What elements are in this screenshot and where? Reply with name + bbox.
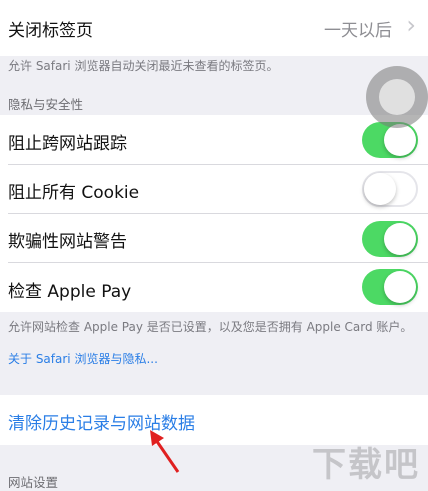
block-all-cookies-toggle[interactable] bbox=[362, 171, 418, 207]
close-tabs-label: 关闭标签页 bbox=[8, 21, 93, 41]
check-apple-pay-toggle[interactable] bbox=[362, 269, 418, 305]
close-tabs-value: 一天以后 bbox=[324, 21, 392, 41]
chevron-right-icon: › bbox=[406, 11, 416, 39]
prevent-cross-site-tracking-row: 阻止跨网站跟踪 bbox=[0, 115, 428, 164]
apple-pay-footer: 允许网站检查 Apple Pay 是否已设置，以及您是否拥有 Apple Car… bbox=[8, 320, 413, 334]
toggle-knob bbox=[384, 124, 416, 156]
website-settings-header: 网站设置 bbox=[8, 475, 59, 490]
fraudulent-website-warning-row: 欺骗性网站警告 bbox=[0, 214, 428, 262]
red-arrow-icon bbox=[150, 430, 180, 473]
watermark-logo: 下载吧 bbox=[312, 445, 420, 485]
close-tabs-row[interactable]: 关闭标签页 一天以后 › bbox=[0, 0, 428, 56]
assistive-touch-button[interactable] bbox=[366, 66, 428, 128]
prevent-cross-site-tracking-label: 阻止跨网站跟踪 bbox=[8, 134, 127, 154]
toggle-knob bbox=[384, 223, 416, 255]
fraudulent-website-warning-toggle[interactable] bbox=[362, 221, 418, 257]
safari-privacy-link[interactable]: 关于 Safari 浏览器与隐私... bbox=[8, 352, 158, 367]
block-all-cookies-row: 阻止所有 Cookie bbox=[0, 165, 428, 213]
block-all-cookies-label: 阻止所有 Cookie bbox=[8, 183, 140, 203]
toggle-knob bbox=[384, 271, 416, 303]
close-tabs-footer: 允许 Safari 浏览器自动关闭最近未查看的标签页。 bbox=[8, 59, 279, 73]
check-apple-pay-row: 检查 Apple Pay bbox=[0, 263, 428, 312]
fraudulent-website-warning-label: 欺骗性网站警告 bbox=[8, 232, 127, 252]
privacy-section-header: 隐私与安全性 bbox=[8, 97, 84, 112]
toggle-knob bbox=[364, 173, 396, 205]
check-apple-pay-label: 检查 Apple Pay bbox=[8, 282, 132, 302]
privacy-group: 阻止跨网站跟踪 阻止所有 Cookie 欺骗性网站警告 检查 Apple Pay bbox=[0, 115, 428, 312]
assistive-touch-inner-icon bbox=[379, 79, 415, 115]
